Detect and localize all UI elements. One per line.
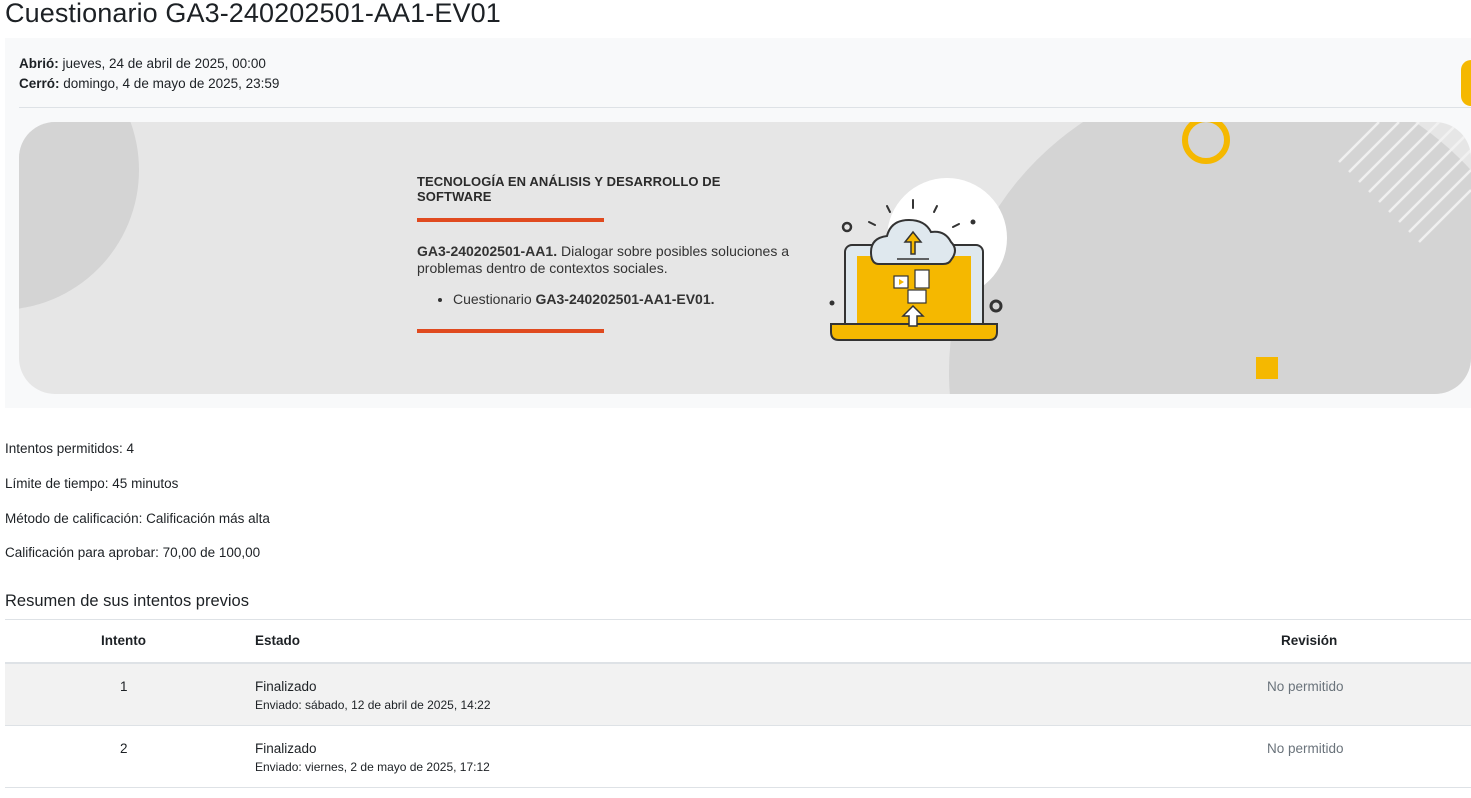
state-text: Finalizado bbox=[255, 679, 317, 694]
column-header-state: Estado bbox=[255, 633, 301, 648]
table-row: 1 Finalizado Enviado: sábado, 12 de abri… bbox=[5, 664, 1471, 726]
table-row: 2 Finalizado Enviado: viernes, 2 de mayo… bbox=[5, 726, 1471, 788]
activity-list: Cuestionario GA3-240202501-AA1-EV01. bbox=[417, 291, 797, 307]
accent-bar-top bbox=[417, 218, 604, 222]
activity-description: GA3-240202501-AA1. Dialogar sobre posibl… bbox=[417, 243, 797, 277]
list-item-prefix: Cuestionario bbox=[453, 291, 536, 307]
side-tab-handle[interactable] bbox=[1461, 60, 1471, 106]
attempts-allowed: Intentos permitidos: 4 bbox=[5, 441, 135, 456]
submitted-date: Enviado: sábado, 12 de abril de 2025, 14… bbox=[255, 698, 491, 712]
page-title: Cuestionario GA3-240202501-AA1-EV01 bbox=[5, 0, 501, 28]
submitted-date: Enviado: viernes, 2 de mayo de 2025, 17:… bbox=[255, 760, 490, 774]
opened-value: jueves, 24 de abril de 2025, 00:00 bbox=[58, 56, 266, 71]
attempt-number: 1 bbox=[120, 679, 128, 694]
attempts-table: Intento Estado Revisión 1 Finalizado Env… bbox=[5, 619, 1471, 788]
list-item-code: GA3-240202501-AA1-EV01. bbox=[535, 291, 715, 307]
attempt-state: Finalizado Enviado: viernes, 2 de mayo d… bbox=[255, 741, 490, 774]
closed-value: domingo, 4 de mayo de 2025, 23:59 bbox=[59, 76, 280, 91]
attempt-number: 2 bbox=[120, 741, 128, 756]
time-limit: Límite de tiempo: 45 minutos bbox=[5, 476, 179, 491]
course-banner: TECNOLOGÍA EN ANÁLISIS Y DESARROLLO DE S… bbox=[19, 122, 1471, 394]
summary-title: Resumen de sus intentos previos bbox=[5, 592, 249, 610]
banner-text: TECNOLOGÍA EN ANÁLISIS Y DESARROLLO DE S… bbox=[417, 174, 797, 333]
review-status: No permitido bbox=[1267, 741, 1344, 756]
pass-grade: Calificación para aprobar: 70,00 de 100,… bbox=[5, 545, 261, 560]
opened-date: Abrió: jueves, 24 de abril de 2025, 00:0… bbox=[19, 54, 279, 74]
list-item: Cuestionario GA3-240202501-AA1-EV01. bbox=[453, 291, 797, 307]
grading-method: Método de calificación: Calificación más… bbox=[5, 511, 270, 526]
program-heading: TECNOLOGÍA EN ANÁLISIS Y DESARROLLO DE S… bbox=[417, 174, 721, 204]
quiz-dates: Abrió: jueves, 24 de abril de 2025, 00:0… bbox=[19, 54, 279, 94]
closed-label: Cerró: bbox=[19, 76, 60, 91]
divider bbox=[19, 107, 1471, 108]
review-status: No permitido bbox=[1267, 679, 1344, 694]
table-header: Intento Estado Revisión bbox=[5, 620, 1471, 664]
attempt-state: Finalizado Enviado: sábado, 12 de abril … bbox=[255, 679, 491, 712]
closed-date: Cerró: domingo, 4 de mayo de 2025, 23:59 bbox=[19, 74, 279, 94]
state-text: Finalizado bbox=[255, 741, 317, 756]
cloud-upload-illustration bbox=[829, 178, 1007, 341]
opened-label: Abrió: bbox=[19, 56, 59, 71]
activity-code: GA3-240202501-AA1. bbox=[417, 243, 558, 259]
column-header-review: Revisión bbox=[1281, 633, 1338, 648]
quiz-intro-box: Abrió: jueves, 24 de abril de 2025, 00:0… bbox=[5, 38, 1471, 408]
column-header-attempt: Intento bbox=[101, 633, 146, 648]
accent-bar-bottom bbox=[417, 329, 604, 333]
